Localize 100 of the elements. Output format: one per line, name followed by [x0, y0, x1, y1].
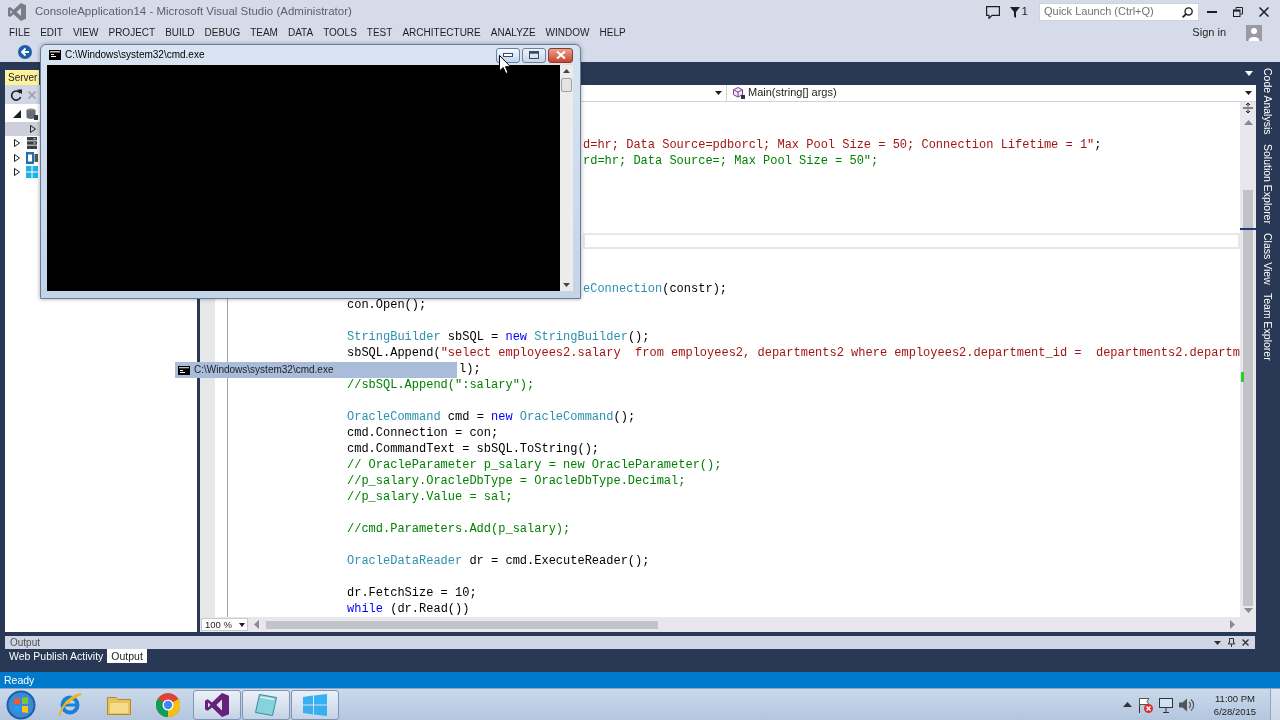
clock-date: 6/28/2015	[1213, 704, 1257, 718]
console-window[interactable]: C:\Windows\system32\cmd.exe	[40, 44, 581, 299]
console-icon	[178, 365, 190, 375]
menu-item[interactable]: WINDOW	[540, 24, 595, 42]
dropdown-caret-icon[interactable]	[1214, 640, 1221, 645]
code-line: //p_salary.OracleDbType = OracleDbType.Decimal;	[347, 474, 686, 488]
minimize-button[interactable]	[496, 47, 520, 63]
menu-item[interactable]: PROJECT	[103, 24, 161, 42]
menu-item[interactable]: DEBUG	[199, 24, 246, 42]
pin-icon[interactable]	[1228, 638, 1235, 647]
menu-item[interactable]: TEST	[361, 24, 398, 42]
server-icon	[26, 137, 38, 150]
flag-icon[interactable]	[1137, 696, 1153, 713]
scroll-up-icon[interactable]	[563, 69, 570, 73]
folder-icon	[107, 694, 131, 715]
console-icon	[49, 50, 61, 60]
panel-tab[interactable]: Web Publish Activity	[5, 649, 108, 663]
slate-icon	[255, 693, 277, 716]
panel-tab[interactable]: Server	[5, 70, 40, 85]
sign-in-link[interactable]: Sign in	[1192, 26, 1226, 40]
database-icon	[26, 108, 38, 121]
search-icon	[1182, 6, 1193, 18]
member-dropdown[interactable]: Main(string[] args)	[727, 85, 1256, 101]
scrollbar-thumb[interactable]	[1243, 190, 1253, 606]
tiles-icon	[26, 166, 38, 179]
scroll-down-icon[interactable]	[563, 283, 570, 287]
notification-count: 1	[1021, 5, 1028, 19]
start-orb-icon	[6, 689, 36, 720]
dropdown-caret-icon[interactable]	[1245, 71, 1253, 76]
console-title: C:\Windows\system32\cmd.exe	[65, 49, 206, 61]
quick-launch-field[interactable]: Quick Launch (Ctrl+Q)	[1039, 3, 1199, 21]
caret-icon	[1245, 91, 1252, 95]
caret-icon	[239, 622, 245, 627]
notification-icon[interactable]	[985, 5, 1000, 19]
clock-time: 11:00 PM	[1215, 691, 1255, 705]
panel-title: Output	[10, 636, 42, 649]
expander-icon[interactable]	[13, 153, 21, 162]
scrollbar-thumb[interactable]	[266, 620, 658, 629]
vs-logo-icon	[8, 3, 26, 21]
back-icon[interactable]	[18, 45, 32, 59]
speaker-icon[interactable]	[1179, 696, 1195, 713]
code-line: // OracleParameter p_salary = new OracleParameter();	[347, 458, 722, 472]
code-line: sbSQL.Append("select employees2.salary from employees2, departments2 where employees2.department_id = departments2.departm	[347, 346, 1240, 360]
code-line: cmd.CommandText = sbSQL.ToString();	[347, 442, 600, 456]
maximize-icon	[529, 51, 539, 59]
code-line: OracleDataReader dr = cmd.ExecuteReader();	[347, 554, 650, 568]
expander-icon[interactable]	[13, 110, 21, 119]
minimize-icon	[503, 53, 513, 57]
maximize-button[interactable]	[522, 47, 546, 63]
expander-icon[interactable]	[29, 124, 37, 133]
expander-icon[interactable]	[13, 168, 21, 177]
code-line: cmd.Connection = con;	[347, 426, 499, 440]
code-line: while (dr.Read())	[347, 602, 470, 616]
menu-item[interactable]: EDIT	[35, 24, 68, 42]
restore-icon	[1233, 7, 1243, 17]
code-line: l);	[459, 362, 481, 376]
menu-item[interactable]: HELP	[594, 24, 631, 42]
tree-item[interactable]	[5, 121, 40, 136]
code-line: //p_salary.Value = sal;	[347, 490, 513, 504]
menu-item[interactable]: FILE	[4, 24, 36, 42]
cube-icon	[733, 87, 745, 99]
console-scrollbar[interactable]	[560, 65, 573, 291]
split-icon[interactable]	[1243, 103, 1253, 113]
menu-item[interactable]: VIEW	[67, 24, 104, 42]
avatar-icon[interactable]	[1246, 25, 1262, 41]
code-line: rd=hr; Data Source=; Max Pool Size = 50";	[583, 154, 879, 168]
code-line: StringBuilder sbSQL = new StringBuilder();	[347, 330, 650, 344]
taskbar-button[interactable]	[193, 689, 241, 720]
menu-item[interactable]: TEAM	[245, 24, 283, 42]
caret-marker-icon	[1240, 228, 1256, 230]
network-icon[interactable]	[1158, 696, 1174, 713]
menu-item[interactable]: ARCHITECTURE	[397, 24, 486, 42]
side-tab[interactable]: Class View	[1262, 232, 1274, 285]
zoom-dropdown[interactable]: 100 %	[201, 618, 248, 631]
scroll-left-icon[interactable]	[254, 620, 259, 629]
menu-item[interactable]: DATA	[282, 24, 319, 42]
status-text: Ready	[4, 673, 35, 687]
close-icon[interactable]	[1242, 639, 1249, 646]
side-tab[interactable]: Code Analysis	[1262, 68, 1274, 135]
start-button[interactable]	[4, 689, 38, 720]
chevron-up-icon[interactable]	[1123, 702, 1132, 707]
side-tab[interactable]: Team Explorer	[1262, 293, 1274, 361]
code-line: //sbSQL.Append(":salary");	[347, 378, 535, 392]
vertical-scrollbar[interactable]	[1240, 102, 1256, 617]
menu-item[interactable]: TOOLS	[318, 24, 362, 42]
scrollbar-thumb[interactable]	[561, 78, 572, 92]
tooltip-text: C:\Windows\system32\cmd.exe	[194, 364, 334, 376]
round-logo-icon	[156, 692, 180, 717]
database-tile-icon	[26, 151, 38, 164]
panel-tab[interactable]: Output	[107, 649, 147, 663]
refresh-icon[interactable]	[10, 88, 22, 101]
minimize-icon	[1207, 11, 1217, 13]
close-button[interactable]	[548, 47, 573, 63]
menu-item[interactable]: BUILD	[160, 24, 200, 42]
change-marker-icon	[1241, 372, 1244, 382]
menu-item[interactable]: ANALYZE	[485, 24, 541, 42]
side-tab[interactable]: Solution Explorer	[1262, 143, 1274, 224]
scroll-right-icon[interactable]	[1230, 620, 1235, 629]
expander-icon[interactable]	[13, 139, 21, 148]
funnel-icon[interactable]	[1009, 6, 1020, 18]
